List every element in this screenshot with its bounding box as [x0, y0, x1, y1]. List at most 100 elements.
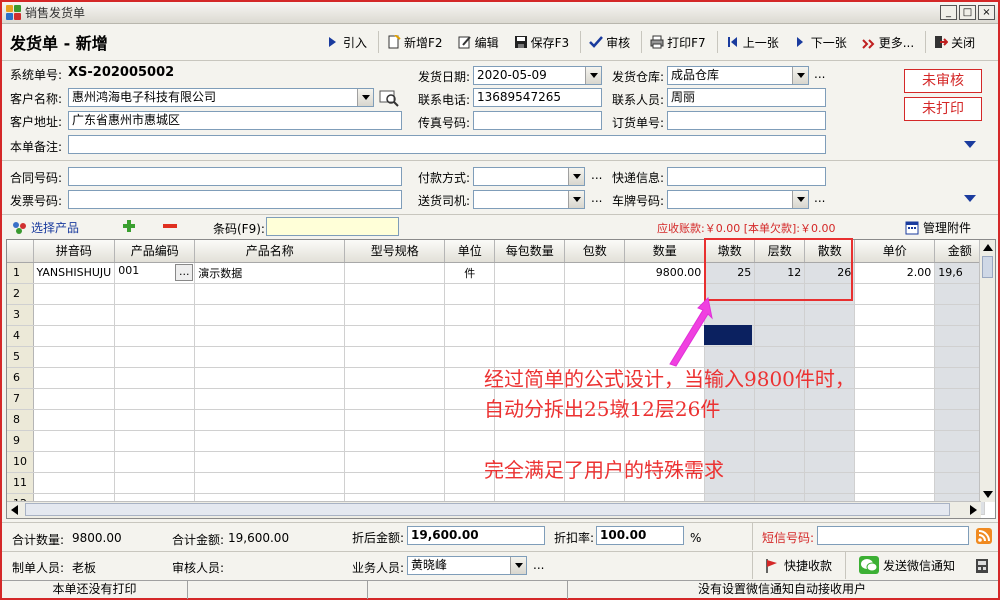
- warehouse-select[interactable]: 成品仓库: [667, 66, 809, 85]
- cell-pinyin[interactable]: [33, 388, 116, 410]
- cell-name[interactable]: 演示数据: [194, 262, 346, 284]
- cell-amount[interactable]: [934, 367, 986, 389]
- print-button[interactable]: 打印F7: [644, 30, 712, 54]
- sales-select[interactable]: 黄晓峰: [407, 556, 527, 575]
- cell-code[interactable]: [114, 409, 196, 431]
- table-row[interactable]: 4: [7, 325, 986, 347]
- cell-per_pack[interactable]: [494, 283, 566, 305]
- cell-amount[interactable]: [934, 430, 986, 452]
- exit-button[interactable]: 关闭: [928, 30, 981, 54]
- scroll-up-icon[interactable]: [983, 244, 993, 251]
- table-row[interactable]: 9: [7, 430, 986, 452]
- quick-receipt-button[interactable]: 快捷收款: [764, 557, 832, 574]
- driver-more-button[interactable]: ...: [591, 191, 602, 205]
- cell-loose[interactable]: [804, 325, 856, 347]
- cell-name[interactable]: [194, 346, 346, 368]
- address-input[interactable]: 广东省惠州市惠城区: [68, 111, 402, 130]
- cell-spec[interactable]: [344, 262, 446, 284]
- add-row-icon[interactable]: [122, 219, 136, 233]
- prev-button[interactable]: 上一张: [720, 30, 785, 54]
- cell-spec[interactable]: [344, 367, 446, 389]
- cell-loose[interactable]: [804, 472, 856, 494]
- cell-layers[interactable]: [754, 304, 806, 326]
- contact-input[interactable]: 周丽: [667, 88, 826, 107]
- order-no-input[interactable]: [667, 111, 826, 130]
- cell-price[interactable]: [854, 472, 936, 494]
- scroll-left-icon[interactable]: [11, 505, 18, 515]
- warehouse-more-button[interactable]: ...: [814, 67, 825, 81]
- cell-price[interactable]: [854, 388, 936, 410]
- cell-packs[interactable]: [564, 325, 626, 347]
- sales-more-button[interactable]: ...: [533, 558, 544, 572]
- cell-pinyin[interactable]: [33, 409, 116, 431]
- barcode-input[interactable]: [266, 217, 399, 236]
- cell-code[interactable]: [114, 472, 196, 494]
- more-button[interactable]: 更多...: [856, 30, 920, 54]
- cell-code[interactable]: [114, 283, 196, 305]
- customer-lookup-icon[interactable]: [379, 89, 399, 107]
- cell-code[interactable]: [114, 451, 196, 473]
- sms-input[interactable]: [817, 526, 969, 545]
- cell-piers[interactable]: [704, 430, 756, 452]
- remove-row-icon[interactable]: [162, 219, 178, 233]
- cell-layers[interactable]: [754, 430, 806, 452]
- column-header[interactable]: 单位: [444, 240, 496, 263]
- cell-name[interactable]: [194, 472, 346, 494]
- cell-packs[interactable]: [564, 283, 626, 305]
- cell-price[interactable]: [854, 283, 936, 305]
- cell-pinyin[interactable]: [33, 304, 116, 326]
- column-header[interactable]: 数量: [624, 240, 706, 263]
- manage-attachments-button[interactable]: 管理附件: [905, 219, 971, 236]
- cell-name[interactable]: [194, 430, 346, 452]
- cell-name[interactable]: [194, 304, 346, 326]
- cell-loose[interactable]: [804, 451, 856, 473]
- cell-code[interactable]: [114, 367, 196, 389]
- cell-spec[interactable]: [344, 388, 446, 410]
- column-header[interactable]: 产品名称: [194, 240, 346, 263]
- cell-unit[interactable]: [444, 283, 496, 305]
- cell-per_pack[interactable]: [494, 325, 566, 347]
- cell-qty[interactable]: 9800.00: [624, 262, 706, 284]
- rss-icon[interactable]: [976, 528, 992, 544]
- discount-rate-input[interactable]: 100.00: [596, 526, 684, 545]
- cell-price[interactable]: 2.00: [854, 262, 936, 284]
- cell-per_pack[interactable]: [494, 262, 566, 284]
- chevron-down-icon[interactable]: [585, 67, 601, 84]
- cell-layers[interactable]: [754, 409, 806, 431]
- customer-select[interactable]: 惠州鸿海电子科技有限公司: [68, 88, 374, 107]
- expand-down-icon[interactable]: [964, 141, 976, 148]
- cell-packs[interactable]: [564, 304, 626, 326]
- cell-amount[interactable]: 19,6: [934, 262, 986, 284]
- cell-loose[interactable]: [804, 430, 856, 452]
- cell-spec[interactable]: [344, 283, 446, 305]
- cell-pinyin[interactable]: [33, 367, 116, 389]
- cell-code[interactable]: [114, 346, 196, 368]
- cell-price[interactable]: [854, 409, 936, 431]
- cell-amount[interactable]: [934, 409, 986, 431]
- cell-price[interactable]: [854, 346, 936, 368]
- cell-spec[interactable]: [344, 409, 446, 431]
- plate-more-button[interactable]: ...: [814, 191, 825, 205]
- cell-code[interactable]: [114, 430, 196, 452]
- close-button[interactable]: ×: [978, 5, 995, 20]
- select-product-button[interactable]: 选择产品: [12, 219, 79, 236]
- cell-price[interactable]: [854, 325, 936, 347]
- cell-spec[interactable]: [344, 325, 446, 347]
- hscroll-thumb[interactable]: [25, 503, 950, 516]
- cell-code[interactable]: [114, 388, 196, 410]
- cell-spec[interactable]: [344, 304, 446, 326]
- chevron-down-icon[interactable]: [792, 67, 808, 84]
- save-button[interactable]: 保存F3: [508, 30, 576, 54]
- cell-per_pack[interactable]: [494, 430, 566, 452]
- cell-qty[interactable]: [624, 430, 706, 452]
- cell-packs[interactable]: [564, 262, 626, 284]
- cell-name[interactable]: [194, 409, 346, 431]
- invoice-input[interactable]: [68, 190, 402, 209]
- horizontal-scrollbar[interactable]: [7, 501, 981, 518]
- import-button[interactable]: 引入: [320, 30, 373, 54]
- cell-amount[interactable]: [934, 472, 986, 494]
- cell-amount[interactable]: [934, 304, 986, 326]
- cell-name[interactable]: [194, 367, 346, 389]
- scroll-right-icon[interactable]: [970, 505, 977, 515]
- express-input[interactable]: [667, 167, 826, 186]
